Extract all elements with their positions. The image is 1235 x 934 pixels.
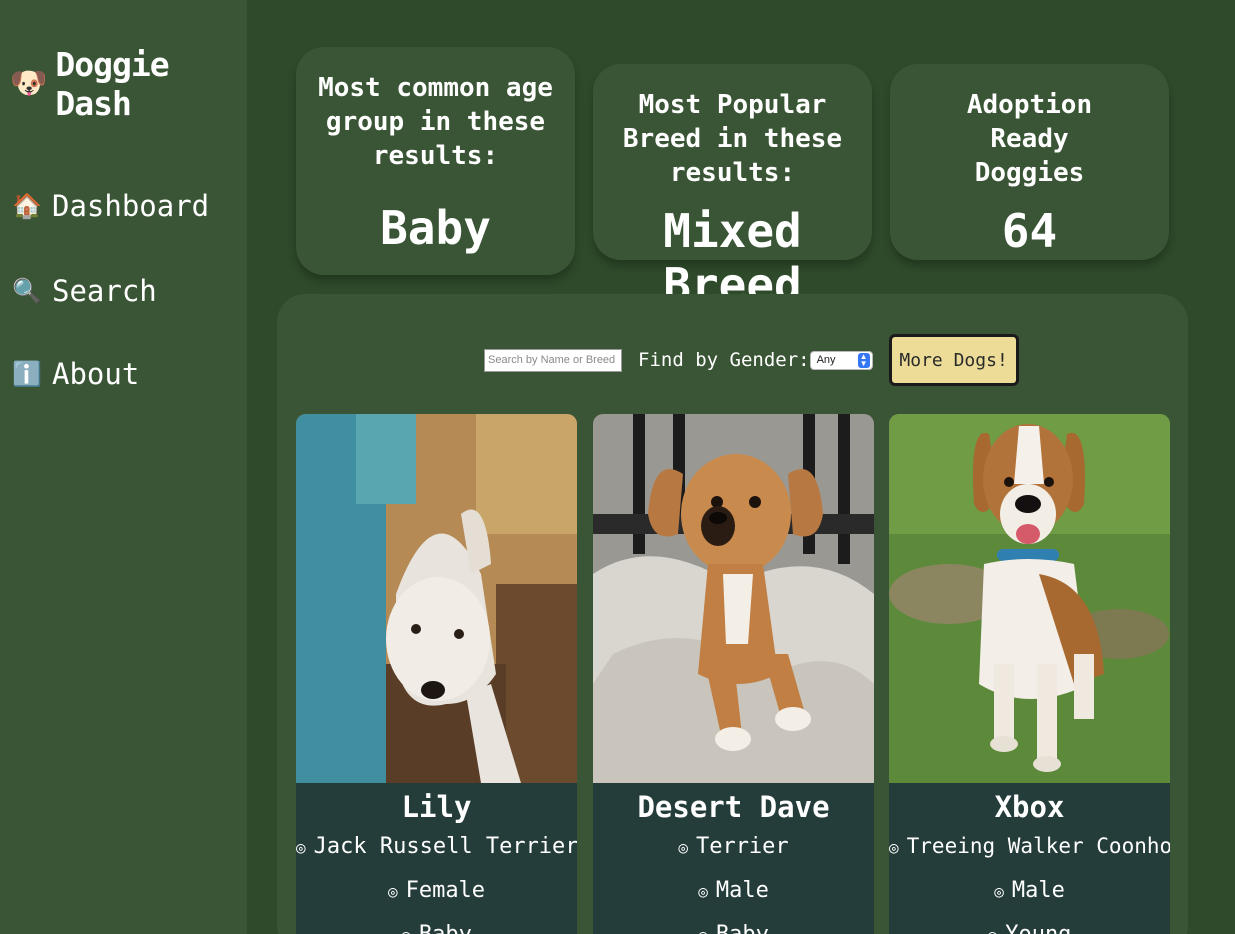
dog-info: Lily ◎ Jack Russell Terrier ◎ Female ◎ Baby bbox=[296, 783, 577, 934]
dog-age: ◎ Young bbox=[889, 913, 1170, 934]
sidebar-item-dashboard[interactable]: 🏠 Dashboard bbox=[12, 189, 209, 223]
dog-breed-text: Treeing Walker Coonhound bbox=[906, 834, 1170, 858]
bullet-icon: ◎ bbox=[988, 926, 998, 934]
dog-info: Xbox ◎ Treeing Walker Coonhound ◎ Male ◎ Yo… bbox=[889, 783, 1170, 934]
brand[interactable]: 🐶 Doggie Dash bbox=[10, 45, 247, 123]
dog-gender: ◎ Female bbox=[296, 869, 577, 913]
more-dogs-button[interactable]: More Dogs! bbox=[888, 334, 1019, 386]
select-arrows-icon: ▲ ▼ bbox=[857, 352, 870, 368]
dog-breed-text: Jack Russell Terrier bbox=[313, 834, 577, 859]
sidebar-item-search[interactable]: 🔍 Search bbox=[12, 274, 157, 308]
gender-filter-label: Find by Gender: bbox=[638, 349, 810, 371]
stat-label: Most common age group in these results: bbox=[318, 73, 553, 171]
sidebar-item-label: About bbox=[52, 357, 140, 391]
stat-card-age-group: Most common age group in these results: … bbox=[296, 47, 575, 275]
search-input[interactable] bbox=[484, 348, 622, 372]
dog-age: ◎ Baby bbox=[296, 913, 577, 934]
sidebar: 🐶 Doggie Dash 🏠 Dashboard 🔍 Search ℹ️ Ab… bbox=[0, 0, 247, 934]
dog-name: Xbox bbox=[994, 790, 1065, 824]
stat-value: Baby bbox=[380, 201, 491, 255]
dog-gender: ◎ Male bbox=[593, 869, 874, 913]
dog-breed-text: Terrier bbox=[695, 834, 789, 859]
dog-info: Desert Dave ◎ Terrier ◎ Male ◎ Baby bbox=[593, 783, 874, 934]
dog-breed: ◎ Terrier bbox=[593, 825, 874, 869]
dog-name: Desert Dave bbox=[637, 790, 830, 824]
dog-breed: ◎ Treeing Walker Coonhound bbox=[889, 825, 1170, 869]
bullet-icon: ◎ bbox=[387, 882, 398, 901]
dog-photo-image bbox=[593, 414, 874, 783]
dog-age: ◎ Baby bbox=[593, 913, 874, 934]
dog-gender: ◎ Male bbox=[889, 869, 1170, 913]
bullet-icon: ◎ bbox=[698, 926, 708, 934]
gender-select-value: Any bbox=[816, 354, 836, 366]
dog-age-text: Baby bbox=[716, 922, 769, 934]
magnifier-icon: 🔍 bbox=[12, 277, 42, 305]
dog-gender-text: Male bbox=[715, 878, 769, 903]
dog-face-icon: 🐶 bbox=[10, 66, 48, 101]
bullet-icon: ◎ bbox=[296, 838, 306, 857]
stat-label: Most Popular Breed in these results: bbox=[622, 90, 843, 188]
dog-photo bbox=[296, 414, 577, 783]
bullet-icon: ◎ bbox=[678, 838, 688, 857]
dog-gender-text: Male bbox=[1011, 878, 1065, 903]
dog-photo-image bbox=[889, 414, 1170, 783]
stat-card-popular-breed: Most Popular Breed in these results: Mix… bbox=[593, 64, 872, 312]
dog-card[interactable]: Lily ◎ Jack Russell Terrier ◎ Female ◎ Baby bbox=[296, 414, 577, 934]
dog-gender-text: Female bbox=[405, 878, 486, 903]
bullet-icon: ◎ bbox=[401, 926, 411, 934]
dog-age-text: Baby bbox=[419, 922, 472, 934]
house-icon: 🏠 bbox=[12, 192, 42, 220]
bullet-icon: ◎ bbox=[994, 882, 1004, 901]
app-title: Doggie Dash bbox=[55, 45, 169, 123]
stat-card-adoption-ready: Adoption Ready Doggies 64 bbox=[890, 64, 1169, 260]
dog-card[interactable]: Desert Dave ◎ Terrier ◎ Male ◎ Baby bbox=[593, 414, 874, 934]
sidebar-item-about[interactable]: ℹ️ About bbox=[12, 357, 139, 391]
gender-select[interactable]: Any ▲ ▼ bbox=[809, 350, 873, 370]
dog-breed: ◎ Jack Russell Terrier bbox=[296, 825, 577, 869]
dog-photo-image bbox=[296, 414, 577, 783]
sidebar-item-label: Dashboard bbox=[52, 189, 210, 223]
filter-controls: Find by Gender: Any ▲▼ More Dogs! bbox=[484, 334, 1019, 386]
dog-age-text: Young bbox=[1005, 922, 1071, 934]
sidebar-item-label: Search bbox=[52, 274, 157, 308]
bullet-icon: ◎ bbox=[889, 838, 899, 857]
bullet-icon: ◎ bbox=[698, 882, 708, 901]
info-icon: ℹ️ bbox=[12, 360, 42, 388]
stat-label: Adoption Ready Doggies bbox=[966, 90, 1093, 188]
dog-photo bbox=[593, 414, 874, 783]
dog-photo bbox=[889, 414, 1170, 783]
stat-value: 64 bbox=[1001, 204, 1058, 258]
dog-card[interactable]: Xbox ◎ Treeing Walker Coonhound ◎ Male ◎ Yo… bbox=[889, 414, 1170, 934]
dog-name: Lily bbox=[401, 790, 472, 824]
